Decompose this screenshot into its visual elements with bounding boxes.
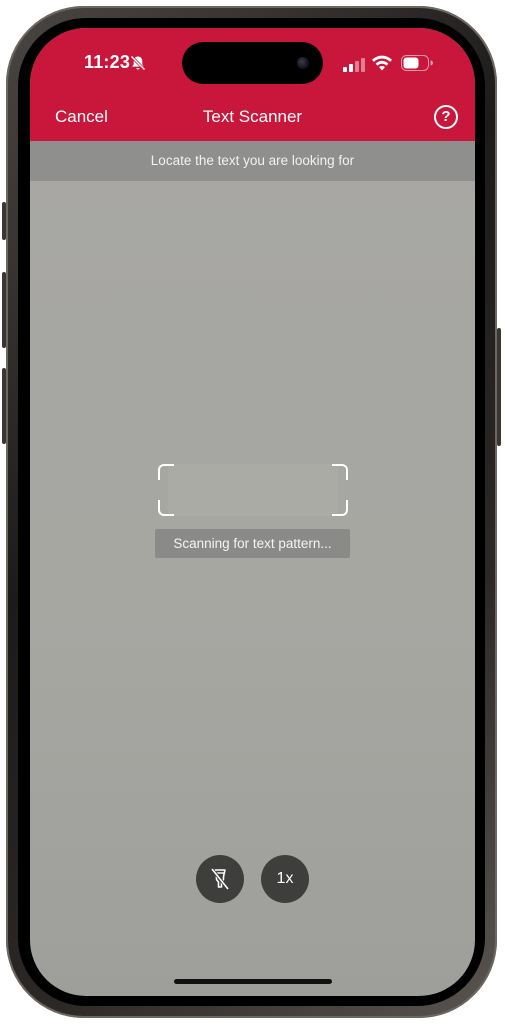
home-indicator[interactable] [174,979,332,984]
scan-area [168,464,338,516]
zoom-label: 1x [276,870,294,887]
instruction-text: Locate the text you are looking for [150,153,355,168]
instruction-banner: Locate the text you are looking for [30,141,475,181]
status-time: 11:23 [84,52,131,72]
question-mark-icon: ? [441,108,451,125]
help-button[interactable]: ? [434,105,458,129]
bell-slash-icon [130,55,146,71]
cellular-signal-icon [343,58,365,72]
flashlight-off-icon [210,868,230,890]
scan-status-text: Scanning for text pattern... [173,536,332,551]
battery-icon [401,55,433,71]
scan-corner-bottom-right [332,500,348,516]
front-camera [297,57,309,69]
wifi-icon [372,55,392,71]
scan-corner-top-right [332,464,348,480]
scan-status-label: Scanning for text pattern... [155,529,350,558]
dynamic-island [182,42,323,84]
volume-up-button [2,272,6,348]
cancel-button[interactable]: Cancel [55,107,108,127]
screen: 11:23 Cancel Text Scanner ? Locate the t… [30,28,475,996]
scan-frame [158,464,348,516]
zoom-button[interactable]: 1x [261,855,309,903]
power-button [497,328,501,446]
header-bar: 11:23 Cancel Text Scanner ? [30,28,475,141]
flashlight-button[interactable] [196,855,244,903]
scan-corner-top-left [158,464,174,480]
action-button [2,202,6,240]
scan-corner-bottom-left [158,500,174,516]
volume-down-button [2,368,6,444]
